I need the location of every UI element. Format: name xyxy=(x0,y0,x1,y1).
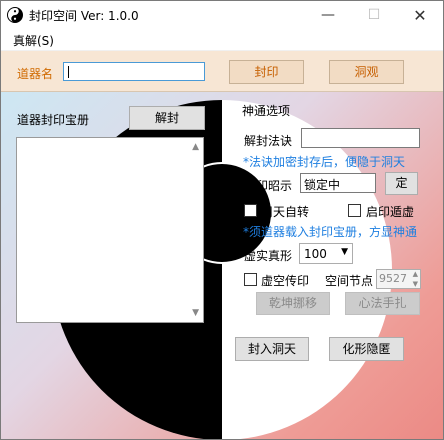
form-select[interactable]: 100 ▼ xyxy=(299,243,353,264)
space-node-stepper[interactable]: 9527 ▲ ▼ xyxy=(376,269,421,289)
hint-encrypted: *法诀加密封存后，便隐于洞天 xyxy=(243,155,406,169)
maximize-button[interactable]: ☐ xyxy=(351,1,397,30)
stepper-up-icon[interactable]: ▲ xyxy=(413,270,418,278)
unseal-button[interactable]: 解封 xyxy=(129,106,205,130)
auto-rotate-label: 周天自转 xyxy=(261,205,310,219)
stepper-down-icon[interactable]: ▼ xyxy=(413,280,418,288)
seal-edict-input[interactable]: 锁定中 xyxy=(300,173,376,193)
seal-into-cave-button[interactable]: 封入洞天 xyxy=(235,337,309,361)
artifact-name-input[interactable] xyxy=(63,62,205,81)
set-button[interactable]: 定 xyxy=(385,172,418,195)
menu-true-solution[interactable]: 真解(S) xyxy=(13,32,54,49)
seal-edict-label: 封印昭示 xyxy=(244,179,293,193)
auto-rotate-checkbox[interactable] xyxy=(244,204,257,217)
window-title: 封印空间 Ver: 1.0.0 xyxy=(29,9,139,23)
cave-view-button[interactable]: 洞观 xyxy=(329,60,404,84)
list-scrollbar[interactable]: ▲ ▼ xyxy=(186,138,203,322)
open-seal-label: 启印遁虚 xyxy=(366,205,415,219)
toolbar: 道器名 封印 洞观 xyxy=(1,51,443,92)
form-label: 虚实真形 xyxy=(244,249,293,263)
heart-method-button[interactable]: 心法手扎 xyxy=(345,292,420,315)
options-group-title: 神通选项 xyxy=(242,104,291,118)
text-caret xyxy=(68,66,69,78)
transform-hide-button[interactable]: 化形隐匿 xyxy=(329,337,404,361)
menu-bar: 真解(S) xyxy=(1,30,443,50)
scroll-up-icon[interactable]: ▲ xyxy=(192,142,199,152)
app-window: 封印空间 Ver: 1.0.0 — ☐ ✕ 真解(S) 道器名 封印 洞观 道器… xyxy=(0,0,444,440)
minimize-button[interactable]: — xyxy=(305,1,351,30)
scroll-down-icon[interactable]: ▼ xyxy=(192,308,199,318)
close-button[interactable]: ✕ xyxy=(397,1,443,30)
hint-load: *须道器载入封印宝册，方显神通 xyxy=(243,225,418,239)
void-seal-checkbox[interactable] xyxy=(244,273,257,286)
sealed-artifacts-list[interactable]: ▲ ▼ xyxy=(16,137,204,323)
void-seal-label: 虚空传印 xyxy=(261,274,310,288)
universe-shift-button[interactable]: 乾坤挪移 xyxy=(256,292,330,315)
artifact-name-label: 道器名 xyxy=(17,67,54,81)
space-node-label: 空间节点 xyxy=(325,274,374,288)
yin-yang-icon xyxy=(7,7,23,23)
sealed-artifacts-title: 道器封印宝册 xyxy=(17,113,90,127)
chevron-down-icon: ▼ xyxy=(341,247,348,257)
main-content: 道器封印宝册 解封 ▲ ▼ 神通选项 解封法诀 *法诀加密封存后，便隐于洞天 封… xyxy=(1,92,443,439)
unseal-formula-input[interactable] xyxy=(301,128,420,148)
open-seal-checkbox[interactable] xyxy=(348,204,361,217)
title-bar[interactable]: 封印空间 Ver: 1.0.0 — ☐ ✕ xyxy=(1,1,443,30)
seal-button[interactable]: 封印 xyxy=(229,60,304,84)
unseal-formula-label: 解封法诀 xyxy=(244,134,293,148)
